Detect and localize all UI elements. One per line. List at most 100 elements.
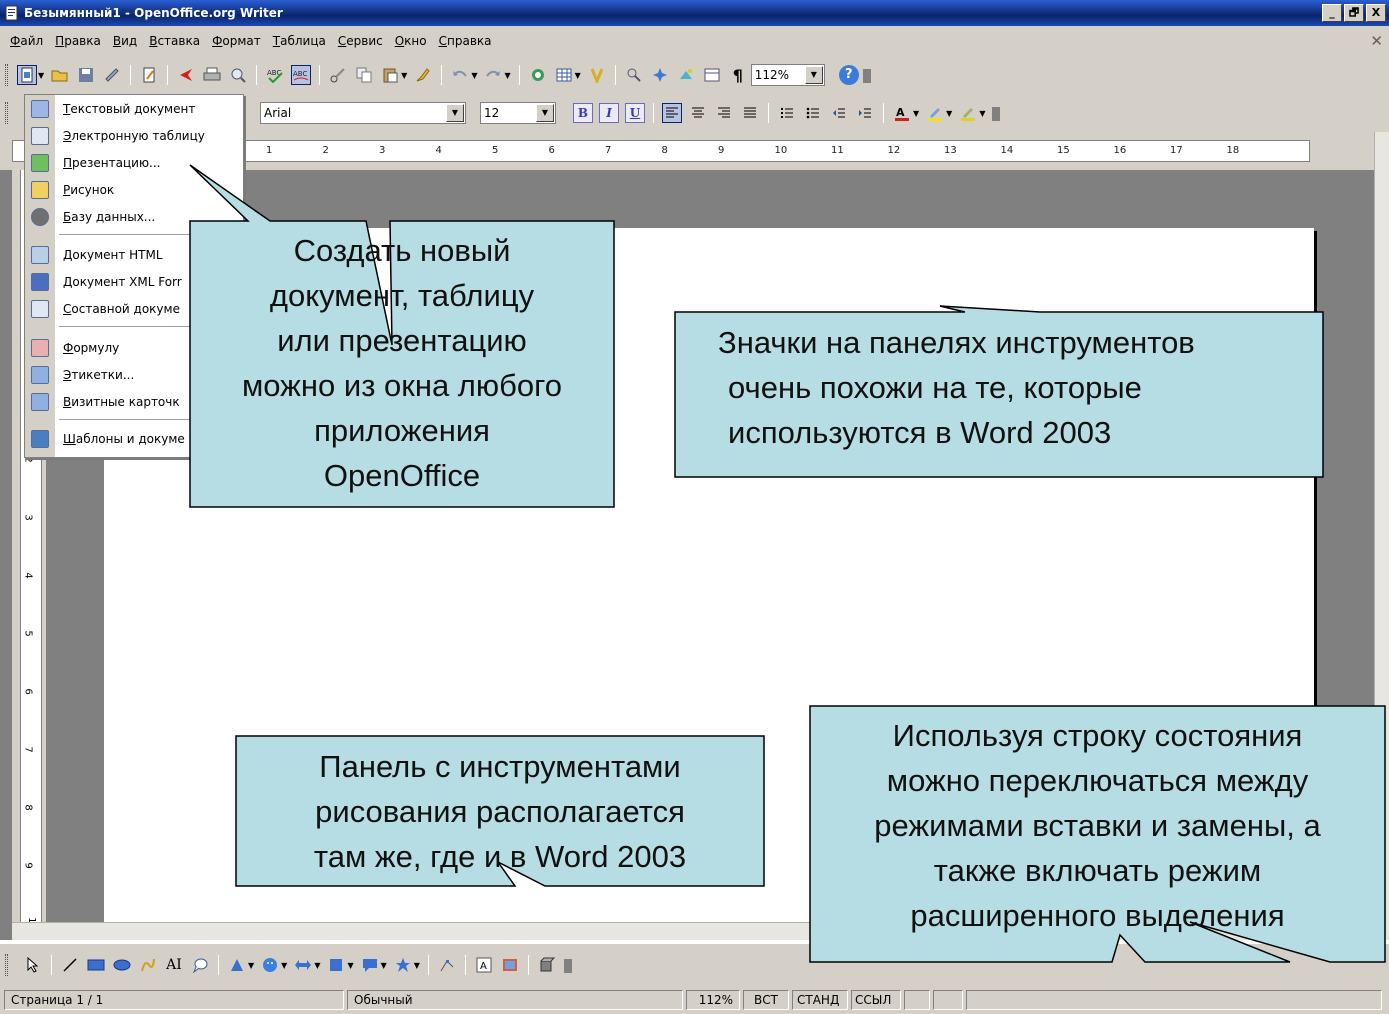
find-replace-icon[interactable] <box>624 65 644 85</box>
paste-icon[interactable] <box>380 65 400 85</box>
menu-view[interactable]: Вид <box>107 34 143 48</box>
new-document-icon[interactable] <box>17 65 37 85</box>
print-icon[interactable] <box>202 65 222 85</box>
chevron-down-icon[interactable]: ▼ <box>414 961 420 970</box>
help-icon[interactable]: ? <box>838 65 859 85</box>
justify-icon[interactable] <box>740 103 760 123</box>
chevron-down-icon[interactable]: ▼ <box>38 71 44 80</box>
menu-edit[interactable]: Правка <box>49 34 107 48</box>
numbering-icon[interactable] <box>777 103 797 123</box>
align-left-icon[interactable] <box>662 103 682 123</box>
menu-item-presentation[interactable]: Презентацию... <box>25 151 243 175</box>
toolbar-options-icon[interactable] <box>991 103 1001 123</box>
hyperlink-icon[interactable] <box>528 65 548 85</box>
zoom-combo[interactable]: 112% ▼ <box>750 64 825 86</box>
autospellcheck-icon[interactable]: ABC <box>291 65 312 85</box>
align-right-icon[interactable] <box>714 103 734 123</box>
save-icon[interactable] <box>76 65 96 85</box>
undo-icon[interactable] <box>450 65 470 85</box>
chevron-down-icon[interactable]: ▼ <box>347 961 353 970</box>
data-sources-icon[interactable] <box>702 65 722 85</box>
font-name-combo[interactable]: Arial ▼ <box>260 102 466 124</box>
menu-tools[interactable]: Сервис <box>332 34 389 48</box>
export-pdf-icon[interactable] <box>176 65 196 85</box>
redo-icon[interactable] <box>483 65 503 85</box>
minimize-button[interactable]: _ <box>1322 4 1342 22</box>
menu-item-text-document[interactable]: Текстовый документ <box>25 97 243 121</box>
basic-shapes-icon[interactable] <box>227 955 247 975</box>
points-icon[interactable] <box>437 955 457 975</box>
decrease-indent-icon[interactable] <box>829 103 849 123</box>
cut-icon[interactable] <box>328 65 348 85</box>
chevron-down-icon[interactable]: ▼ <box>314 961 320 970</box>
chevron-down-icon[interactable]: ▼ <box>575 71 581 80</box>
close-window-button[interactable]: X <box>1366 4 1386 22</box>
menu-format[interactable]: Формат <box>206 34 267 48</box>
bullets-icon[interactable] <box>803 103 823 123</box>
callouts-icon[interactable] <box>360 955 380 975</box>
select-arrow-icon[interactable] <box>23 955 43 975</box>
underline-button[interactable]: U <box>625 103 645 123</box>
navigator-icon[interactable] <box>650 65 670 85</box>
chevron-down-icon[interactable]: ▼ <box>281 961 287 970</box>
menu-table[interactable]: Таблица <box>267 34 332 48</box>
menu-file[interactable]: Файл <box>4 34 49 48</box>
toolbar-options-icon[interactable] <box>862 65 872 85</box>
edit-file-icon[interactable] <box>139 65 159 85</box>
extrusion-icon[interactable] <box>537 955 557 975</box>
toolbar-grip[interactable] <box>5 64 8 86</box>
bold-button[interactable]: B <box>573 103 593 123</box>
status-page[interactable]: Страница 1 / 1 <box>4 990 344 1010</box>
email-icon[interactable] <box>102 65 122 85</box>
copy-icon[interactable] <box>354 65 374 85</box>
status-hyperlink-mode[interactable]: ССЫЛ <box>851 990 901 1010</box>
chevron-down-icon[interactable]: ▼ <box>401 71 407 80</box>
show-draw-functions-icon[interactable] <box>587 65 607 85</box>
spellcheck-icon[interactable]: ABC <box>265 65 285 85</box>
align-center-icon[interactable] <box>688 103 708 123</box>
symbol-shapes-icon[interactable] <box>260 955 280 975</box>
callout-tool-icon[interactable] <box>190 955 210 975</box>
text-tool-icon[interactable]: AI <box>164 955 184 975</box>
status-insert-mode[interactable]: ВСТ <box>743 990 789 1010</box>
font-size-combo[interactable]: 12 ▼ <box>480 102 556 124</box>
table-icon[interactable] <box>554 65 574 85</box>
formatting-marks-icon[interactable]: ¶ <box>728 65 748 85</box>
menu-item-drawing[interactable]: Рисунок <box>25 178 243 202</box>
chevron-down-icon[interactable]: ▼ <box>913 109 919 118</box>
increase-indent-icon[interactable] <box>855 103 875 123</box>
highlighting-icon[interactable] <box>925 103 945 123</box>
chevron-down-icon[interactable]: ▼ <box>979 109 985 118</box>
ellipse-icon[interactable] <box>112 955 132 975</box>
chevron-down-icon[interactable]: ▼ <box>471 71 477 80</box>
toolbar-options-icon[interactable] <box>563 955 573 975</box>
toolbar-grip[interactable] <box>5 954 8 976</box>
flowchart-icon[interactable] <box>326 955 346 975</box>
menu-item-database[interactable]: Базу данных... <box>25 205 243 229</box>
status-page-style[interactable]: Обычный <box>347 990 683 1010</box>
freeform-line-icon[interactable] <box>138 955 158 975</box>
stars-icon[interactable] <box>393 955 413 975</box>
chevron-down-icon[interactable]: ▼ <box>946 109 952 118</box>
chevron-down-icon[interactable]: ▼ <box>381 961 387 970</box>
toolbar-grip[interactable] <box>5 102 8 124</box>
status-selection-mode[interactable]: СТАНД <box>792 990 848 1010</box>
background-color-icon[interactable] <box>958 103 978 123</box>
menu-item-spreadsheet[interactable]: Электронную таблицу <box>25 124 243 148</box>
fontwork-icon[interactable]: A <box>474 955 494 975</box>
close-document-icon[interactable]: ✕ <box>1370 32 1383 50</box>
restore-button[interactable]: 🗗 <box>1344 4 1364 22</box>
status-zoom[interactable]: 112% <box>686 990 740 1010</box>
font-color-icon[interactable]: A <box>892 103 912 123</box>
menu-window[interactable]: Окно <box>389 34 433 48</box>
print-preview-icon[interactable] <box>228 65 248 85</box>
gallery-icon[interactable] <box>676 65 696 85</box>
open-icon[interactable] <box>50 65 70 85</box>
menu-insert[interactable]: Вставка <box>143 34 206 48</box>
chevron-down-icon[interactable]: ▼ <box>504 71 510 80</box>
from-file-icon[interactable] <box>500 955 520 975</box>
menu-help[interactable]: Справка <box>433 34 498 48</box>
italic-button[interactable]: I <box>599 103 619 123</box>
chevron-down-icon[interactable]: ▼ <box>446 104 464 122</box>
format-paintbrush-icon[interactable] <box>413 65 433 85</box>
